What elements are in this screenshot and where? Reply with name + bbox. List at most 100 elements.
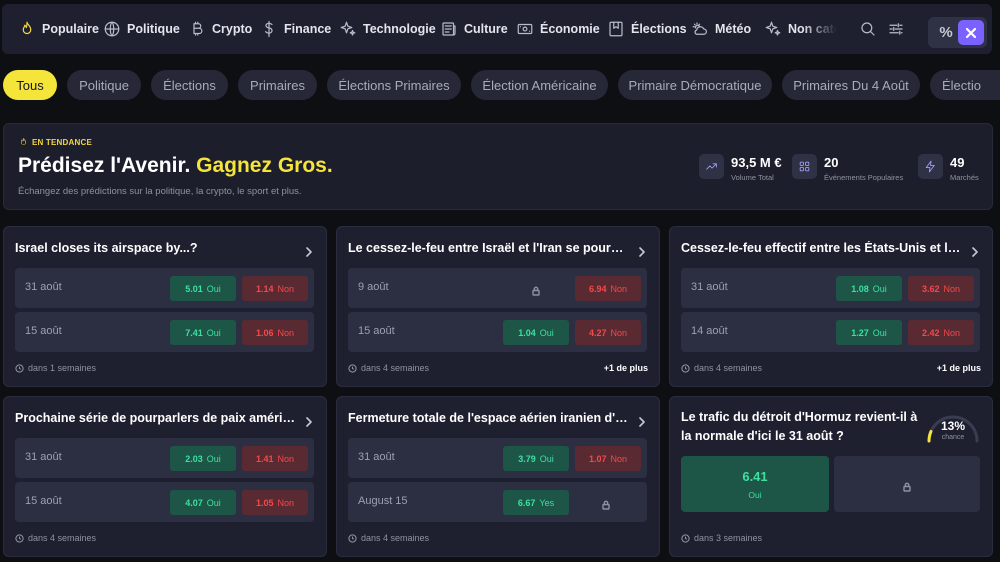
- market-card[interactable]: Le trafic du détroit d'Hormuz revient-il…: [669, 396, 993, 557]
- tag-tous[interactable]: Tous: [3, 70, 57, 100]
- buy-no-button[interactable]: 2.42 Non: [908, 320, 974, 345]
- banknote-icon: [517, 23, 533, 35]
- buy-yes-button[interactable]: 6.67 Yes: [503, 490, 569, 515]
- chevron-right-icon[interactable]: [305, 244, 313, 257]
- lock-icon: [601, 497, 611, 510]
- trending-label: EN TENDANCE: [32, 137, 92, 147]
- category-label: Élections: [631, 22, 687, 36]
- more-outcomes-link[interactable]: +1 de plus: [604, 363, 648, 373]
- category-meteo[interactable]: Météo: [691, 4, 751, 54]
- outcome-date: 15 août: [25, 325, 62, 337]
- category-politique[interactable]: Politique: [103, 4, 180, 54]
- sliders-icon[interactable]: [887, 20, 905, 38]
- category-label: Populaire: [42, 22, 99, 36]
- category-finance[interactable]: Finance: [260, 4, 331, 54]
- stat-value: 93,5 M €: [731, 155, 782, 170]
- buy-no-button[interactable]: 1.07 Non: [575, 446, 641, 471]
- buy-no-button[interactable]: 1.41 Non: [242, 446, 308, 471]
- buy-yes-button[interactable]: 1.08 Oui: [836, 276, 902, 301]
- outcome-date: 31 août: [358, 451, 395, 463]
- stat-value: 20: [824, 155, 839, 170]
- yes-label: Oui: [748, 490, 762, 500]
- tag-election[interactable]: Électio: [930, 70, 1000, 100]
- odds-format-toggle[interactable]: %: [928, 17, 987, 48]
- clock-icon: [348, 533, 357, 543]
- search-icon[interactable]: [859, 20, 877, 38]
- buy-yes-button[interactable]: 4.07 Oui: [170, 490, 236, 515]
- buy-yes-button[interactable]: 5.01 Oui: [170, 276, 236, 301]
- percent-toggle[interactable]: %: [934, 20, 958, 44]
- stat-label: Marchés: [950, 173, 979, 182]
- category-elections[interactable]: Élections: [607, 4, 687, 54]
- lock-icon: [902, 479, 912, 492]
- category-label: Politique: [127, 22, 180, 36]
- buy-no-button[interactable]: 1.06 Non: [242, 320, 308, 345]
- tag-primaires-4-aout[interactable]: Primaires Du 4 Août: [782, 70, 920, 100]
- chevron-right-icon[interactable]: [638, 414, 646, 427]
- outcome-row: 15 août 7.41 Oui 1.06 Non: [15, 312, 314, 352]
- market-end-time: dans 3 semaines: [681, 533, 762, 543]
- outcome-date: August 15: [358, 495, 408, 507]
- tag-politique[interactable]: Politique: [67, 70, 141, 100]
- chevron-right-icon[interactable]: [305, 414, 313, 427]
- tag-elections-primaires[interactable]: Élections Primaires: [327, 70, 461, 100]
- market-title[interactable]: Fermeture totale de l'espace aérien iran…: [348, 411, 630, 425]
- market-title[interactable]: Le trafic du détroit d'Hormuz revient-il…: [681, 408, 921, 446]
- tag-elections[interactable]: Élections: [151, 70, 228, 100]
- market-title[interactable]: Israel closes its airspace by...?: [15, 241, 297, 255]
- grid-icon: [792, 154, 817, 179]
- outcome-date: 15 août: [358, 325, 395, 337]
- buy-yes-button[interactable]: 1.27 Oui: [836, 320, 902, 345]
- buy-no-button[interactable]: 6.94 Non: [575, 276, 641, 301]
- buy-no-button[interactable]: 4.27 Non: [575, 320, 641, 345]
- tag-primaires[interactable]: Primaires: [238, 70, 317, 100]
- buy-yes-button[interactable]: 2.03 Oui: [170, 446, 236, 471]
- dollar-icon: [265, 20, 273, 38]
- category-technologie[interactable]: Technologie: [339, 4, 436, 54]
- buy-no-button[interactable]: 3.62 Non: [908, 276, 974, 301]
- outcome-row: 31 août 1.08 Oui 3.62 Non: [681, 268, 980, 308]
- market-card[interactable]: Le cessez-le-feu entre Israël et l'Iran …: [336, 226, 660, 387]
- close-button[interactable]: [958, 20, 984, 45]
- hero-banner: EN TENDANCE Prédisez l'Avenir. Gagnez Gr…: [3, 123, 993, 210]
- market-card[interactable]: Prochaine série de pourparlers de paix a…: [3, 396, 327, 557]
- market-card[interactable]: Israel closes its airspace by...? 31 aoû…: [3, 226, 327, 387]
- tag-primaire-democratique[interactable]: Primaire Démocratique: [618, 70, 772, 100]
- outcome-date: 31 août: [25, 451, 62, 463]
- hero-title: Prédisez l'Avenir. Gagnez Gros.: [18, 154, 333, 178]
- category-populaire[interactable]: Populaire: [18, 4, 99, 54]
- outcome-row: 31 août 5.01 Oui 1.14 Non: [15, 268, 314, 308]
- stat-label: Volume Total: [731, 173, 774, 182]
- chevron-right-icon[interactable]: [971, 244, 979, 257]
- market-end-time: dans 4 semaines: [15, 533, 96, 543]
- market-title[interactable]: Prochaine série de pourparlers de paix a…: [15, 411, 297, 425]
- buy-yes-button[interactable]: 7.41 Oui: [170, 320, 236, 345]
- outcome-date: 9 août: [358, 281, 389, 293]
- buy-yes-button[interactable]: 3.79 Oui: [503, 446, 569, 471]
- close-icon: [965, 27, 977, 38]
- category-crypto[interactable]: Crypto: [188, 4, 252, 54]
- lock-icon: [531, 283, 541, 296]
- outcome-row: 14 août 1.27 Oui 2.42 Non: [681, 312, 980, 352]
- category-non-categorise[interactable]: Non catég: [764, 4, 848, 54]
- buy-no-button[interactable]: 1.05 Non: [242, 490, 308, 515]
- category-label: Finance: [284, 22, 332, 36]
- hero-title-accent: Gagnez Gros.: [196, 154, 333, 177]
- hero-title-main: Prédisez l'Avenir.: [18, 154, 191, 177]
- clock-icon: [681, 533, 690, 543]
- buy-yes-button[interactable]: 1.04 Oui: [503, 320, 569, 345]
- tag-election-americaine[interactable]: Élection Américaine: [471, 70, 608, 100]
- market-card[interactable]: Cessez-le-feu effectif entre les États-U…: [669, 226, 993, 387]
- outcome-row: 31 août 2.03 Oui 1.41 Non: [15, 438, 314, 478]
- market-end-time: dans 1 semaines: [15, 363, 96, 373]
- buy-yes-button[interactable]: 6.41 Oui: [681, 456, 829, 512]
- chevron-right-icon[interactable]: [638, 244, 646, 257]
- market-card[interactable]: Fermeture totale de l'espace aérien iran…: [336, 396, 660, 557]
- category-culture[interactable]: Culture: [440, 4, 508, 54]
- market-title[interactable]: Cessez-le-feu effectif entre les États-U…: [681, 241, 963, 255]
- market-title[interactable]: Le cessez-le-feu entre Israël et l'Iran …: [348, 241, 630, 255]
- more-outcomes-link[interactable]: +1 de plus: [937, 363, 981, 373]
- buy-no-button[interactable]: 1.14 Non: [242, 276, 308, 301]
- category-label: Météo: [715, 22, 752, 36]
- category-economie[interactable]: Économie: [516, 4, 600, 54]
